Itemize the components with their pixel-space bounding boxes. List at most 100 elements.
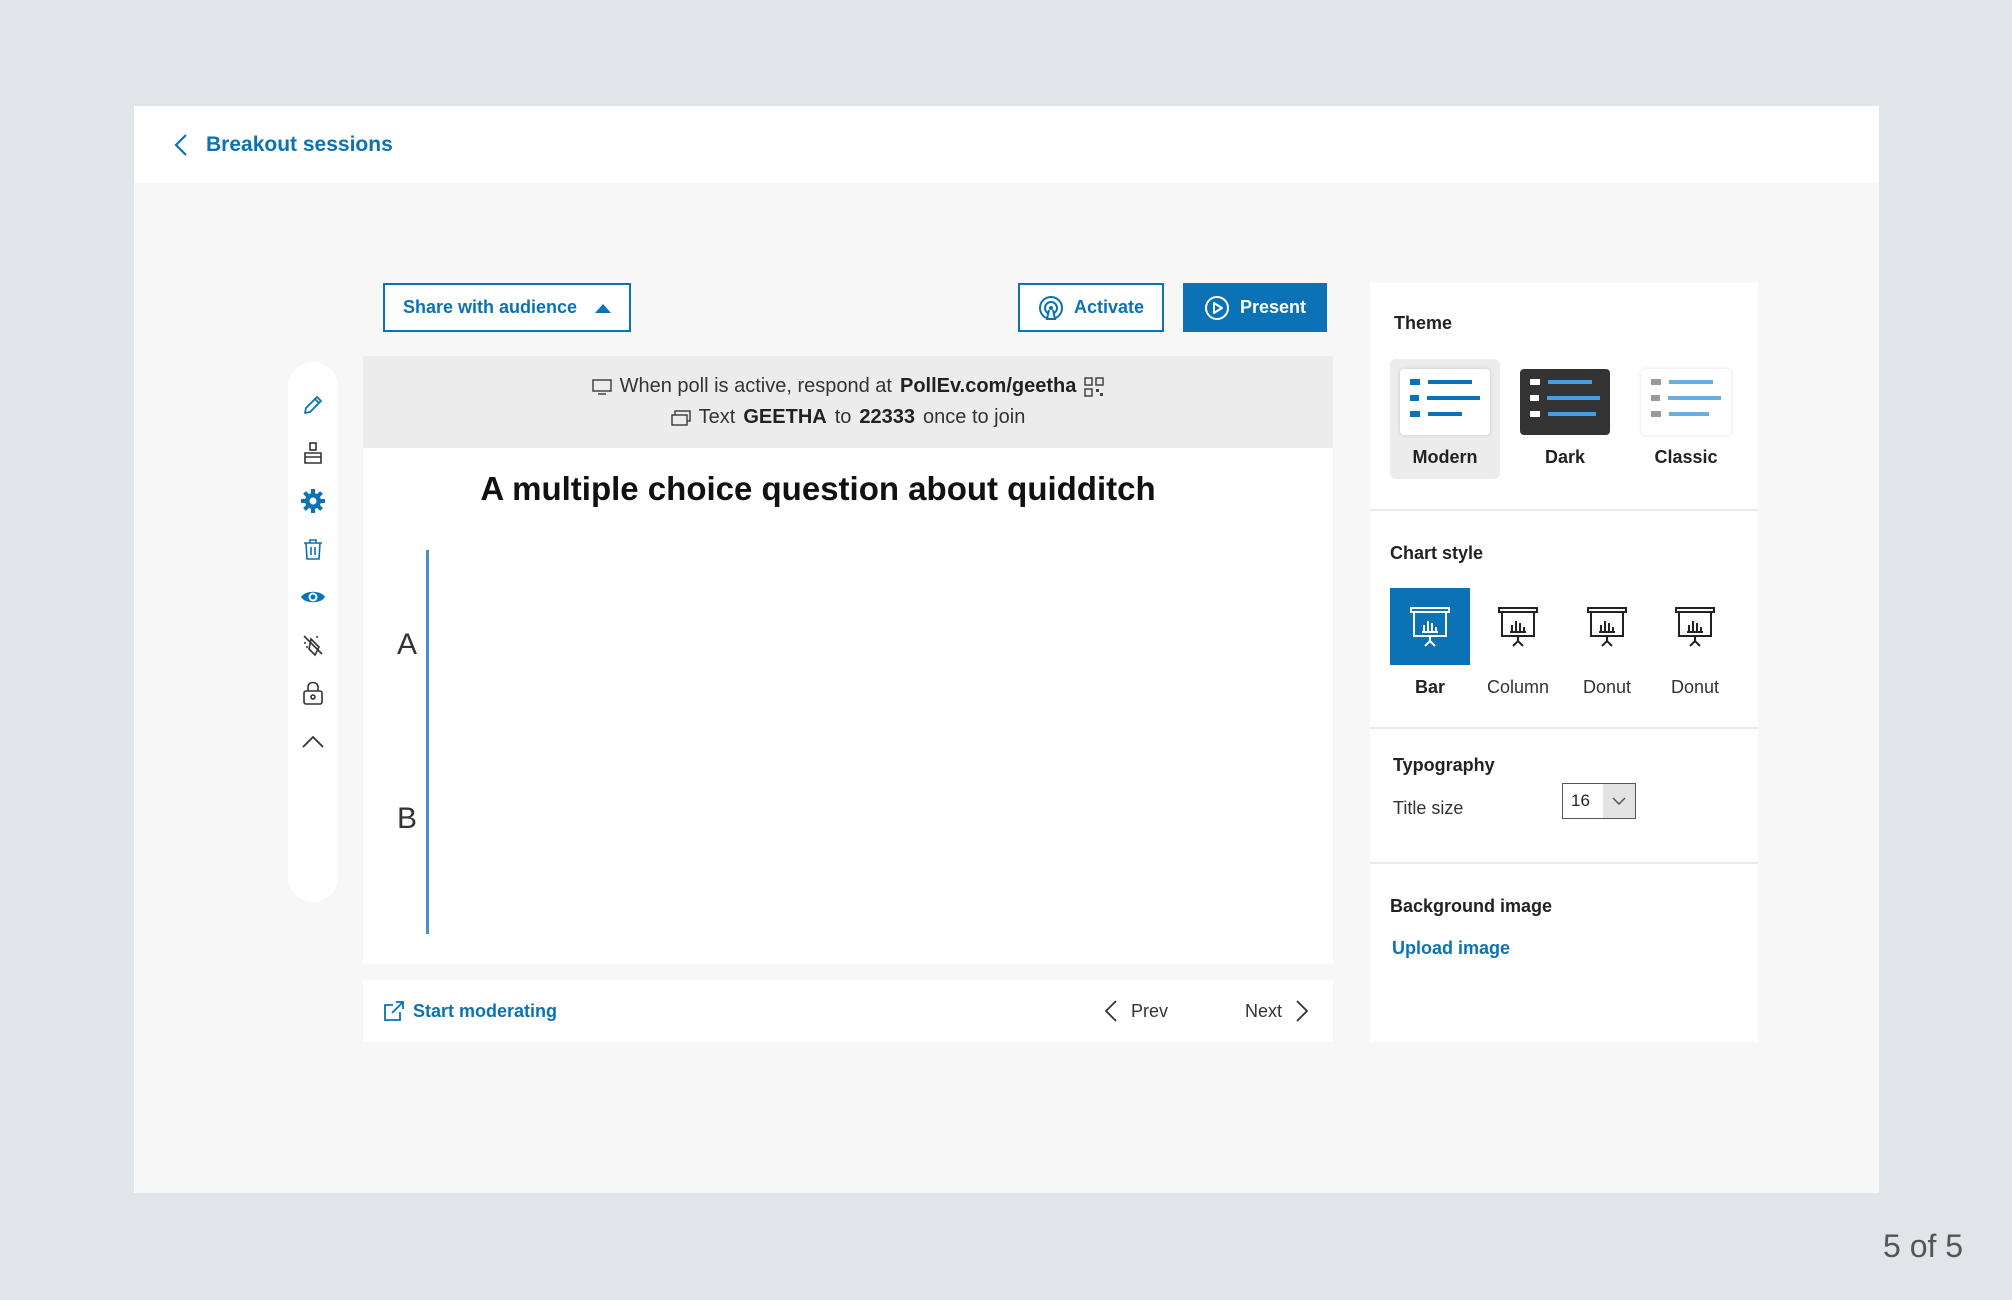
chart-style-donut-2[interactable]: Donut bbox=[1655, 588, 1735, 698]
activate-label: Activate bbox=[1073, 297, 1145, 317]
theme-section-title-wrap: Theme bbox=[1394, 313, 1452, 334]
theme-option-classic[interactable]: Classic bbox=[1631, 359, 1741, 479]
typography-title: Typography bbox=[1393, 755, 1495, 775]
delete-tool[interactable] bbox=[300, 536, 326, 562]
prev-button[interactable]: Prev bbox=[1105, 1000, 1168, 1022]
screen-icon bbox=[591, 378, 612, 395]
start-moderating-label: Start moderating bbox=[413, 1000, 558, 1021]
option-label-a: A bbox=[397, 628, 418, 661]
chevron-up-icon bbox=[302, 735, 324, 748]
prev-label: Prev bbox=[1131, 1000, 1169, 1021]
join-text-prefix: Text bbox=[698, 406, 736, 428]
theme-label-dark: Dark bbox=[1544, 447, 1586, 467]
title-size-value: 16 bbox=[1571, 791, 1590, 810]
back-link[interactable]: Breakout sessions bbox=[174, 133, 393, 157]
theme-option-dark[interactable]: Dark bbox=[1510, 359, 1620, 479]
question-title: A multiple choice question about quiddit… bbox=[480, 470, 1156, 507]
join-web-line: When poll is active, respond at PollEv.c… bbox=[591, 375, 1105, 398]
settings-panel: Theme Modern Dark Classic Chart style Ba… bbox=[1370, 283, 1758, 1042]
clear-responses-tool[interactable] bbox=[300, 632, 326, 658]
theme-option-modern[interactable]: Modern bbox=[1390, 359, 1500, 479]
join-to: to bbox=[834, 406, 852, 428]
next-button[interactable]: Next bbox=[1245, 1000, 1309, 1022]
join-suffix: once to join bbox=[923, 406, 1026, 428]
presentation-chart-icon bbox=[1410, 606, 1450, 647]
chart-style-title: Chart style bbox=[1390, 543, 1484, 563]
activate-button[interactable]: Activate bbox=[1018, 283, 1164, 332]
external-link-icon bbox=[384, 1001, 404, 1021]
caret-up-icon bbox=[595, 303, 612, 313]
chart-style-label-bar: Bar bbox=[1414, 677, 1445, 697]
presentation-chart-icon bbox=[1498, 606, 1538, 647]
slide-navigation-bar: Start moderating Prev Next bbox=[363, 980, 1333, 1042]
lock-icon bbox=[303, 681, 323, 705]
page-indicator: 5 of 5 bbox=[1883, 1228, 1964, 1264]
title-size-select[interactable]: 16 bbox=[1562, 783, 1636, 819]
qr-code-icon bbox=[1084, 376, 1105, 397]
chevron-left-icon bbox=[174, 133, 187, 156]
clear-responses-icon bbox=[303, 635, 323, 657]
back-label: Breakout sessions bbox=[206, 132, 393, 156]
response-chart: A B bbox=[363, 536, 1333, 956]
chevron-right-icon bbox=[1296, 1000, 1309, 1022]
option-label-b: B bbox=[397, 802, 418, 835]
divider bbox=[1370, 509, 1758, 511]
background-title-wrap: Background image bbox=[1390, 896, 1552, 917]
pencil-icon bbox=[304, 396, 322, 414]
collapse-tool[interactable] bbox=[300, 728, 326, 754]
chart-style-label-donut-2: Donut bbox=[1670, 677, 1720, 697]
visibility-tool[interactable] bbox=[300, 584, 326, 610]
share-label: Share with audience bbox=[402, 297, 578, 317]
chevron-left-icon bbox=[1105, 1000, 1117, 1022]
theme-title: Theme bbox=[1394, 313, 1453, 333]
join-code: GEETHA bbox=[743, 406, 827, 428]
divider bbox=[1370, 727, 1758, 729]
chart-style-column[interactable]: Column bbox=[1478, 588, 1558, 698]
join-url: PollEv.com/geetha bbox=[900, 375, 1077, 397]
start-moderating-link[interactable]: Start moderating bbox=[383, 1000, 557, 1022]
upload-wrap: Upload image bbox=[1392, 938, 1510, 959]
upload-image-link[interactable]: Upload image bbox=[1392, 938, 1510, 958]
play-circle-icon bbox=[1204, 295, 1229, 320]
background-image-title: Background image bbox=[1390, 896, 1553, 916]
chart-style-title-wrap: Chart style bbox=[1390, 543, 1483, 564]
presentation-chart-icon bbox=[1675, 606, 1715, 647]
presentation-chart-icon bbox=[1587, 606, 1627, 647]
chart-style-label-donut: Donut bbox=[1582, 677, 1632, 697]
lock-tool[interactable] bbox=[300, 680, 326, 706]
join-text-line: Text GEETHA to 22333 once to join bbox=[670, 406, 1026, 429]
chart-style-donut-box bbox=[1567, 588, 1647, 665]
chart-style-column-box bbox=[1478, 588, 1558, 665]
message-icon bbox=[670, 409, 691, 426]
top-bar: Breakout sessions bbox=[134, 106, 1879, 183]
chart-axis bbox=[426, 550, 429, 934]
title-size-label: Title size bbox=[1393, 798, 1464, 818]
share-with-audience-button[interactable]: Share with audience bbox=[383, 283, 631, 332]
poll-slide: When poll is active, respond at PollEv.c… bbox=[363, 356, 1333, 964]
theme-label-classic: Classic bbox=[1654, 447, 1718, 467]
slide-tools-toolbar bbox=[288, 362, 338, 902]
chart-style-donut[interactable]: Donut bbox=[1567, 588, 1647, 698]
theme-thumb-classic bbox=[1641, 369, 1731, 435]
join-number: 22333 bbox=[859, 406, 916, 428]
chart-style-donut-2-box bbox=[1655, 588, 1735, 665]
edit-tool[interactable] bbox=[300, 392, 326, 418]
typography-title-wrap: Typography bbox=[1393, 755, 1495, 776]
divider bbox=[1370, 862, 1758, 864]
theme-thumb-dark bbox=[1520, 369, 1610, 435]
chevron-down-icon bbox=[1603, 784, 1635, 818]
eye-icon bbox=[301, 591, 325, 603]
join-instructions: When poll is active, respond at PollEv.c… bbox=[363, 356, 1333, 448]
broadcast-icon bbox=[1038, 295, 1063, 320]
next-label: Next bbox=[1245, 1000, 1283, 1021]
present-button[interactable]: Present bbox=[1183, 283, 1327, 332]
theme-label-modern: Modern bbox=[1412, 447, 1478, 467]
theme-thumb-modern bbox=[1400, 369, 1490, 435]
clear-tool[interactable] bbox=[300, 440, 326, 466]
join-web-prefix: When poll is active, respond at bbox=[619, 375, 892, 397]
app-frame: Breakout sessions Share with audience Ac… bbox=[134, 106, 1879, 1193]
brush-icon bbox=[304, 442, 322, 464]
trash-icon bbox=[304, 539, 322, 560]
chart-style-bar[interactable]: Bar bbox=[1390, 588, 1470, 698]
chart-style-bar-box bbox=[1390, 588, 1470, 665]
